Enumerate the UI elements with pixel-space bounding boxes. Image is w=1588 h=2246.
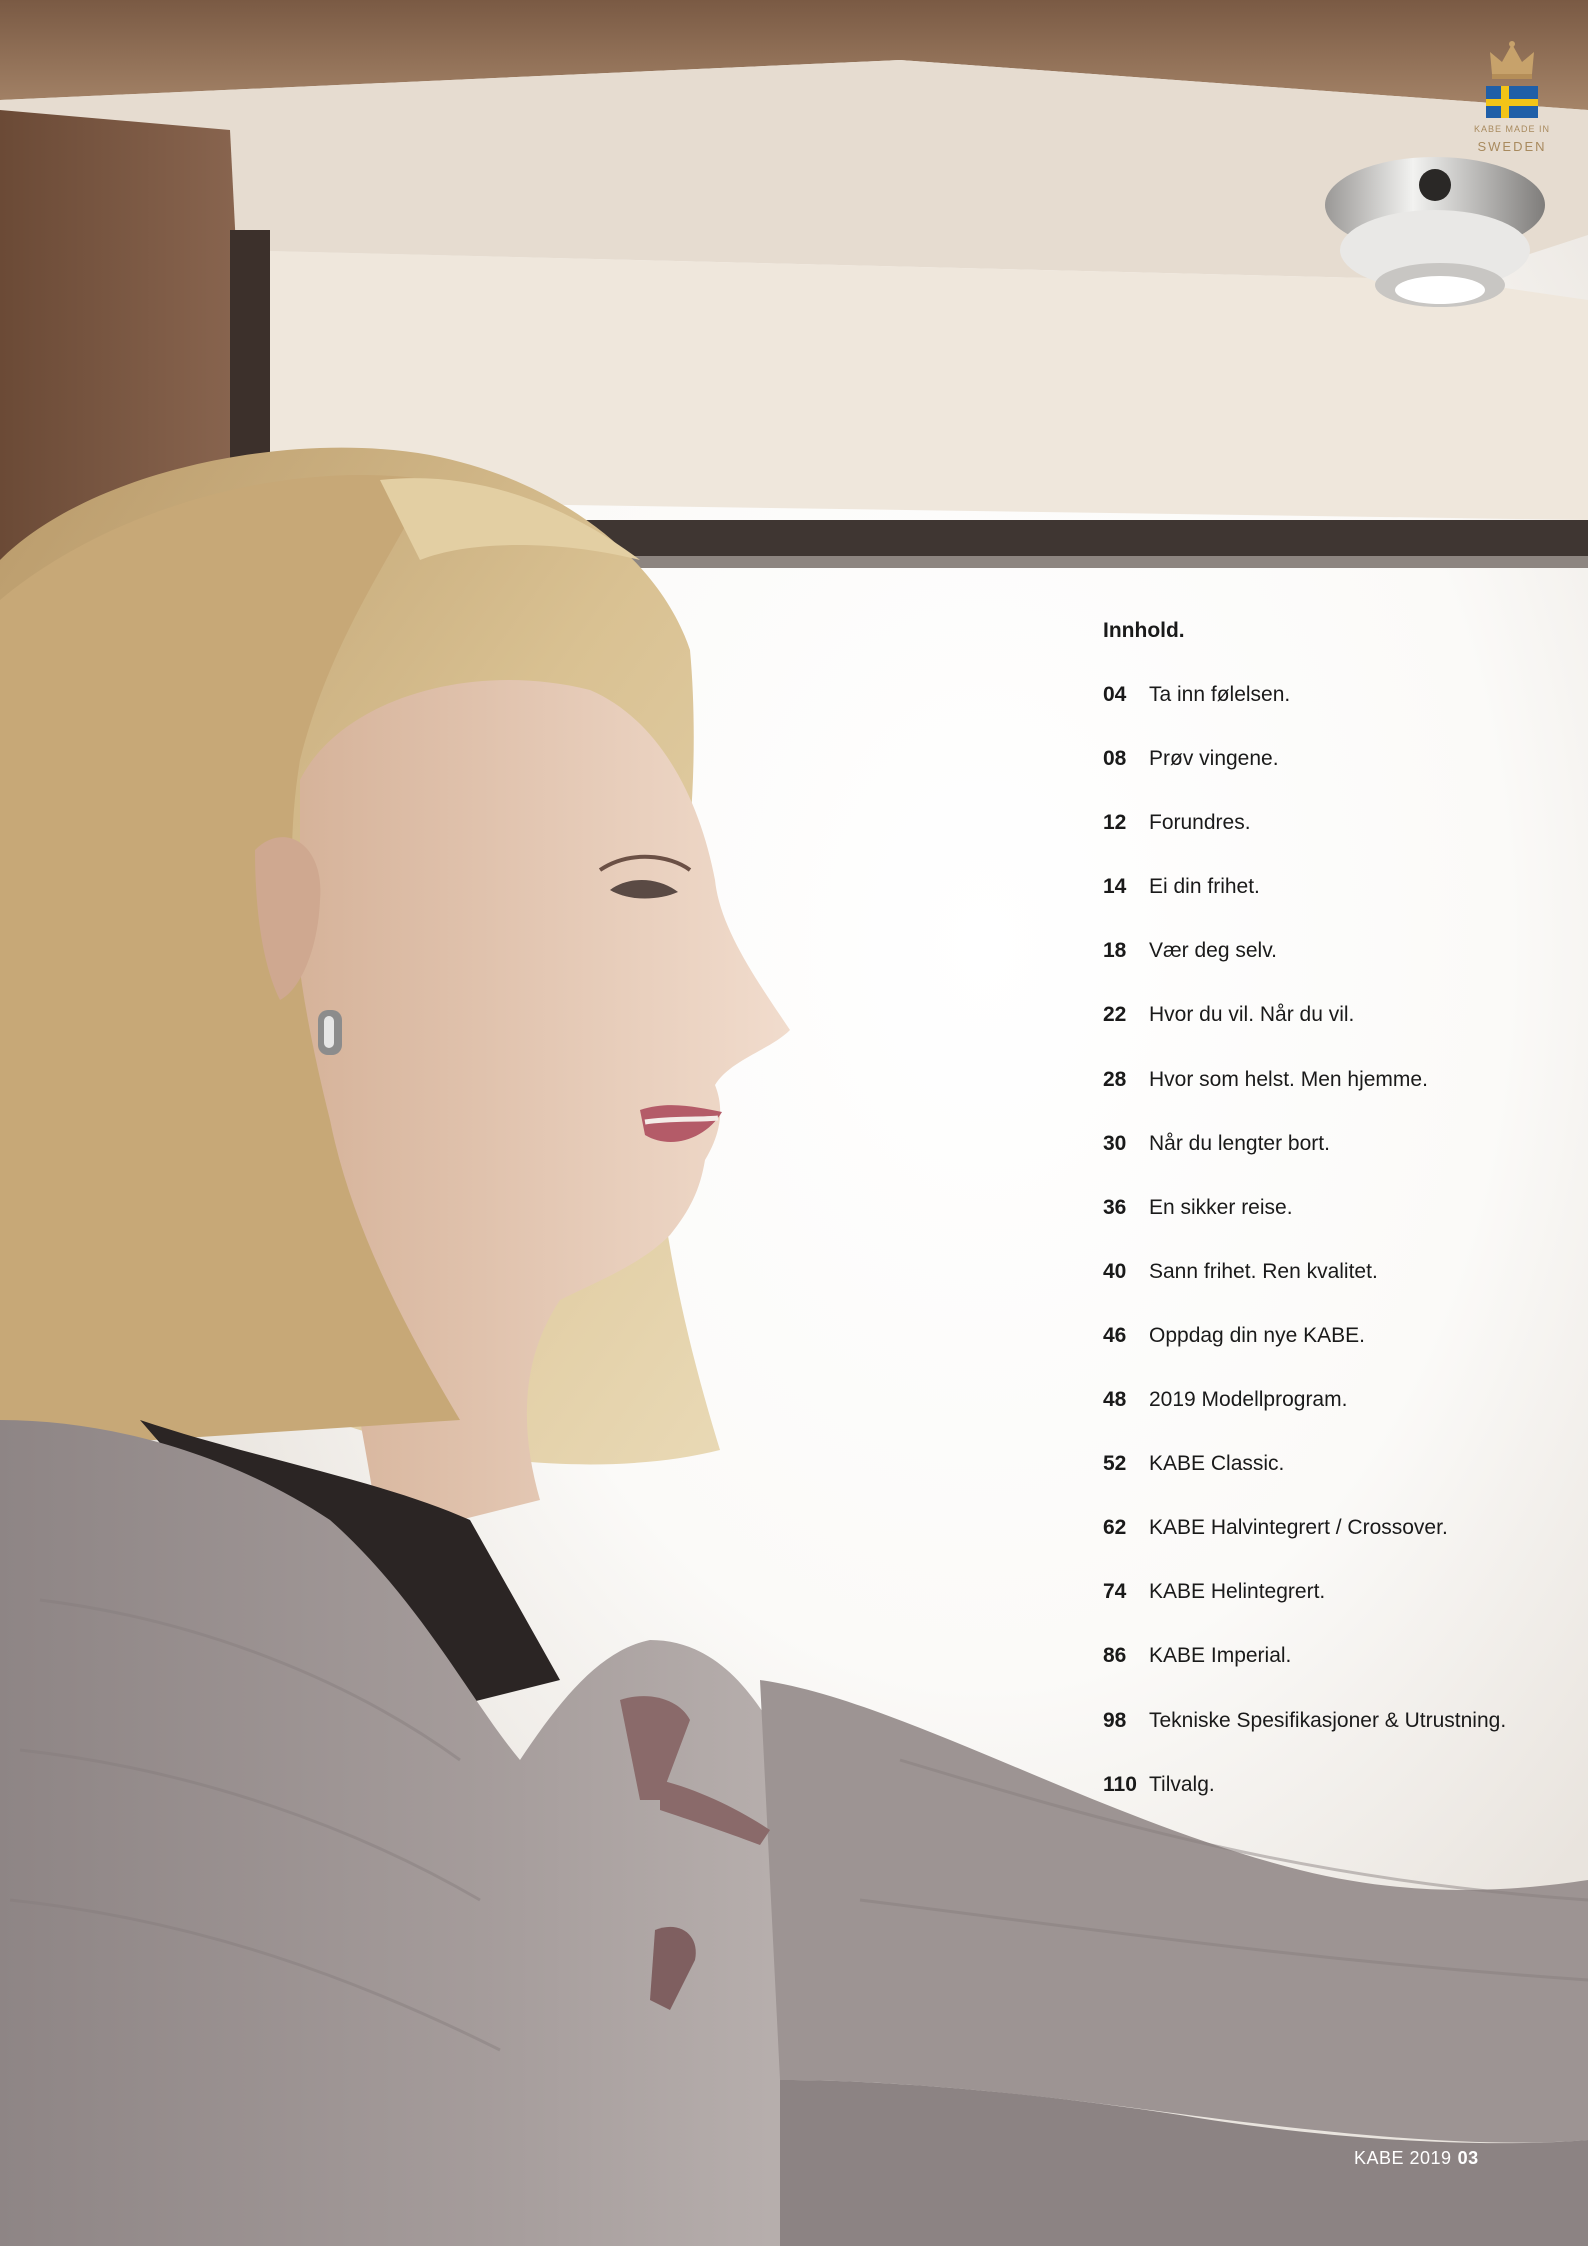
toc-page-number: 48 [1103,1388,1127,1412]
toc-label: Når du lengter bort. [1149,1131,1330,1155]
toc-label: Tilvalg. [1149,1772,1215,1796]
toc-item[interactable]: 52 KABE Classic. [1103,1447,1563,1511]
swedish-flag-icon [1486,86,1538,118]
toc-title: Innhold. [1103,619,1185,642]
toc-item[interactable]: 08 Prøv vingene. [1103,742,1563,806]
toc-label: KABE Imperial. [1149,1644,1292,1668]
toc-label: Hvor du vil. Når du vil. [1149,1003,1355,1027]
toc-item[interactable]: 12 Forundres. [1103,806,1563,870]
badge-country-text: SWEDEN [1477,139,1547,154]
toc-page-number: 28 [1103,1067,1127,1091]
toc-label: En sikker reise. [1149,1195,1293,1219]
toc-item[interactable]: 48 2019 Modellprogram. [1103,1383,1563,1447]
toc-label: Ta inn følelsen. [1149,683,1291,706]
toc-page-number: 46 [1103,1323,1127,1347]
page-footer: KABE 2019 03 [1354,2148,1479,2169]
made-in-sweden-badge: KABE MADE IN SWEDEN [1474,40,1550,158]
toc-page-number: 18 [1103,939,1127,963]
toc-label: KABE Halvintegrert / Crossover. [1149,1516,1448,1540]
toc-item[interactable]: 110 Tilvalg. [1103,1768,1563,1832]
toc-page-number: 14 [1103,875,1127,899]
toc-item[interactable]: 14 Ei din frihet. [1103,870,1563,934]
toc-item[interactable]: 40 Sann frihet. Ren kvalitet. [1103,1255,1563,1319]
toc-page-number: 110 [1103,1772,1137,1796]
toc-page-number: 40 [1103,1259,1127,1283]
toc-page-number: 98 [1103,1708,1127,1732]
toc-label: KABE Classic. [1149,1452,1285,1476]
table-of-contents: Innhold. 04 Ta inn følelsen. 08 Prøv vinge… [1103,614,1563,1832]
toc-item[interactable]: 30 Når du lengter bort. [1103,1127,1563,1191]
toc-label: Hvor som helst. Men hjemme. [1149,1067,1428,1091]
toc-label: Sann frihet. Ren kvalitet. [1149,1259,1378,1283]
toc-item[interactable]: 04 Ta inn følelsen. [1103,678,1563,742]
footer-page-number: 03 [1457,2148,1479,2168]
toc-label: 2019 Modellprogram. [1149,1388,1348,1412]
toc-item[interactable]: 98 Tekniske Spesifikasjoner & Utrustning. [1103,1704,1563,1768]
toc-label: KABE Helintegrert. [1149,1580,1326,1604]
toc-item[interactable]: 22 Hvor du vil. Når du vil. [1103,998,1563,1062]
toc-page-number: 22 [1103,1003,1127,1027]
toc-label: Ei din frihet. [1149,875,1260,899]
toc-page-number: 04 [1103,683,1127,706]
toc-label: Vær deg selv. [1149,939,1277,963]
toc-item[interactable]: 18 Vær deg selv. [1103,934,1563,998]
footer-brand-year: KABE 2019 [1354,2148,1452,2168]
toc-label: Oppdag din nye KABE. [1149,1323,1365,1347]
toc-label: Tekniske Spesifikasjoner & Utrustning. [1149,1708,1507,1732]
toc-page-number: 12 [1103,811,1127,835]
toc-item[interactable]: 62 KABE Halvintegrert / Crossover. [1103,1511,1563,1575]
toc-item[interactable]: 36 En sikker reise. [1103,1191,1563,1255]
toc-page-number: 36 [1103,1195,1127,1219]
toc-page-number: 30 [1103,1131,1127,1155]
toc-page-number: 52 [1103,1452,1127,1476]
toc-label: Prøv vingene. [1149,747,1279,771]
toc-page-number: 62 [1103,1516,1127,1540]
toc-page-number: 86 [1103,1644,1127,1668]
toc-label: Forundres. [1149,811,1251,835]
toc-page-number: 74 [1103,1580,1127,1604]
toc-item[interactable]: 28 Hvor som helst. Men hjemme. [1103,1063,1563,1127]
toc-item[interactable]: 86 KABE Imperial. [1103,1639,1563,1703]
toc-item[interactable]: 46 Oppdag din nye KABE. [1103,1319,1563,1383]
badge-made-in-text: KABE MADE IN [1474,124,1551,134]
crown-icon [1490,41,1534,79]
toc-page-number: 08 [1103,747,1127,771]
toc-item[interactable]: 74 KABE Helintegrert. [1103,1575,1563,1639]
